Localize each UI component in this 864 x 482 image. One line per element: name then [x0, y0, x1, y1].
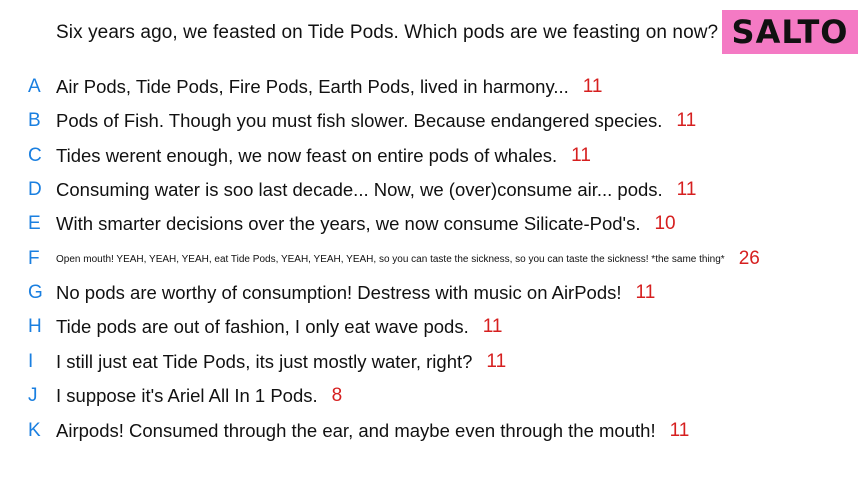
answer-text-wrap: Air Pods, Tide Pods, Fire Pods, Earth Po… [56, 76, 603, 98]
vote-count: 8 [331, 385, 343, 406]
answer-text-wrap: I still just eat Tide Pods, its just mos… [56, 351, 506, 373]
answer-letter: D [28, 179, 42, 200]
answer-text: I still just eat Tide Pods, its just mos… [56, 351, 473, 372]
answer-text-wrap: No pods are worthy of consumption! Destr… [56, 282, 655, 304]
answer-text-wrap: With smarter decisions over the years, w… [56, 213, 676, 235]
answer-letter: F [28, 248, 40, 269]
answer-letter: E [28, 213, 41, 234]
vote-count: 11 [571, 145, 591, 166]
answer-text-wrap: Pods of Fish. Though you must fish slowe… [56, 110, 696, 132]
answer-letter: I [28, 351, 34, 372]
answer-text-wrap: Tide pods are out of fashion, I only eat… [56, 316, 502, 338]
answer-text: I suppose it's Ariel All In 1 Pods. [56, 385, 318, 406]
vote-count: 26 [738, 248, 760, 269]
vote-count: 11 [486, 351, 507, 372]
answer-text: Consuming water is soo last decade... No… [56, 179, 663, 200]
answer-text: Tides werent enough, we now feast on ent… [56, 145, 558, 166]
answer-text: With smarter decisions over the years, w… [56, 213, 641, 234]
question-title: Six years ago, we feasted on Tide Pods. … [56, 22, 719, 43]
vote-count: 10 [654, 213, 676, 234]
answer-letter: C [28, 145, 42, 166]
answer-letter: B [28, 110, 41, 131]
answer-text: Open mouth! YEAH, YEAH, YEAH, eat Tide P… [56, 253, 725, 265]
answer-text-wrap: Tides werent enough, we now feast on ent… [56, 145, 591, 167]
brand-logo: SALTO [722, 10, 858, 54]
vote-count: 11 [582, 76, 603, 97]
vote-count: 11 [676, 110, 697, 131]
vote-count: 11 [635, 282, 656, 303]
answer-letter: H [28, 316, 42, 337]
answer-text: Airpods! Consumed through the ear, and m… [56, 420, 656, 441]
vote-count: 11 [482, 316, 503, 337]
answer-text: Air Pods, Tide Pods, Fire Pods, Earth Po… [56, 76, 569, 97]
answer-text-wrap: I suppose it's Ariel All In 1 Pods. 8 [56, 385, 342, 407]
answer-text: Tide pods are out of fashion, I only eat… [56, 316, 469, 337]
answer-text: No pods are worthy of consumption! Destr… [56, 282, 622, 303]
answer-text: Pods of Fish. Though you must fish slowe… [56, 110, 663, 131]
vote-count: 11 [676, 179, 697, 200]
answer-letter: A [28, 76, 41, 97]
answer-text-wrap: Consuming water is soo last decade... No… [56, 179, 696, 201]
vote-count: 11 [669, 420, 690, 441]
answer-text-wrap: Airpods! Consumed through the ear, and m… [56, 420, 689, 442]
answer-text-wrap: Open mouth! YEAH, YEAH, YEAH, eat Tide P… [56, 248, 760, 270]
answer-letter: J [28, 385, 38, 406]
answer-letter: K [28, 420, 41, 441]
answer-letter: G [28, 282, 43, 303]
